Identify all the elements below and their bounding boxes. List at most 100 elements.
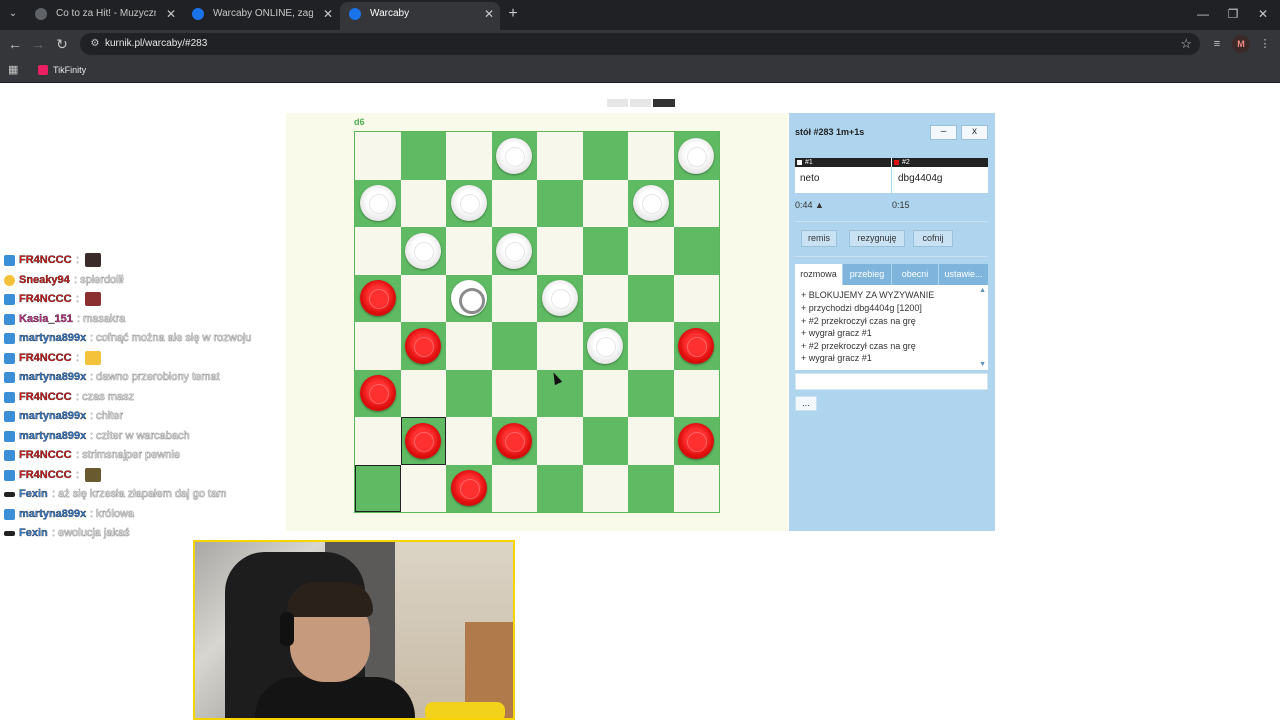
tab-warcaby[interactable]: Warcaby ✕	[340, 2, 500, 30]
reading-list-icon[interactable]: ≡	[1208, 35, 1226, 53]
profile-avatar[interactable]: M	[1232, 35, 1250, 53]
board-square[interactable]	[628, 417, 674, 465]
board-square[interactable]	[583, 275, 629, 323]
board-square[interactable]	[401, 465, 447, 513]
board-square[interactable]	[628, 464, 674, 512]
board-square[interactable]	[400, 132, 446, 180]
board-square[interactable]	[355, 464, 401, 512]
board-square[interactable]	[673, 227, 719, 275]
board-square[interactable]	[446, 417, 492, 465]
more-button[interactable]: ...	[795, 396, 817, 411]
white-piece[interactable]	[405, 232, 442, 269]
board-square[interactable]	[583, 465, 629, 513]
board-square[interactable]	[537, 464, 583, 512]
white-piece[interactable]	[587, 327, 624, 364]
white-piece[interactable]	[496, 137, 533, 174]
board-square[interactable]	[537, 179, 583, 227]
checkers-board[interactable]	[354, 131, 720, 513]
tab-present[interactable]: obecni	[892, 264, 938, 285]
tab-warcaby-online[interactable]: Warcaby ONLINE, zagraj - Kurni ✕	[183, 2, 339, 30]
board-square[interactable]	[355, 417, 401, 465]
board-square[interactable]	[674, 180, 720, 228]
close-window-icon[interactable]: ✕	[1250, 4, 1276, 24]
board-square[interactable]	[674, 370, 720, 418]
tab-settings[interactable]: ustawie...	[939, 264, 988, 285]
red-piece[interactable]	[405, 422, 442, 459]
draw-button[interactable]: remis	[801, 230, 837, 247]
white-piece[interactable]	[496, 232, 533, 269]
forward-icon[interactable]: →	[28, 34, 48, 54]
table-chat-log[interactable]: + BLOKUJEMY ZA WYZYWANIE + przychodzi db…	[795, 285, 988, 370]
board-square[interactable]	[537, 227, 583, 275]
white-piece[interactable]	[678, 137, 715, 174]
board-square[interactable]	[582, 417, 628, 465]
board-square[interactable]	[401, 275, 447, 323]
tab-chat[interactable]: rozmowa	[795, 264, 842, 285]
board-square[interactable]	[583, 370, 629, 418]
board-square[interactable]	[446, 322, 492, 370]
player2-name[interactable]: dbg4404g	[898, 173, 943, 184]
red-piece[interactable]	[359, 280, 396, 317]
board-square[interactable]	[492, 370, 538, 418]
tab-quiz[interactable]: Co to za Hit! - Muzyczny Quiz H ✕	[26, 2, 182, 30]
board-square[interactable]	[582, 227, 628, 275]
board-square[interactable]	[492, 465, 538, 513]
red-piece[interactable]	[450, 470, 487, 507]
board-square[interactable]	[628, 132, 674, 180]
restore-window-icon[interactable]: ❐	[1220, 4, 1246, 24]
player1-name[interactable]: neto	[800, 173, 819, 184]
scroll-up-icon[interactable]: ▲	[979, 287, 986, 294]
red-piece[interactable]	[678, 422, 715, 459]
white-piece[interactable]	[359, 185, 396, 222]
board-square[interactable]	[355, 227, 401, 275]
board-square[interactable]	[492, 275, 538, 323]
menu-kebab-icon[interactable]: ⋮	[1256, 35, 1274, 53]
address-bar[interactable]: ⚙ kurnik.pl/warcaby/#283 ☆	[80, 33, 1200, 55]
back-icon[interactable]: ←	[5, 34, 25, 54]
red-piece[interactable]	[405, 327, 442, 364]
close-tab-icon[interactable]: ✕	[484, 2, 494, 26]
board-square[interactable]	[491, 322, 537, 370]
red-piece[interactable]	[359, 375, 396, 412]
minimize-panel-button[interactable]: –	[930, 125, 957, 140]
board-square[interactable]	[537, 132, 583, 180]
board-square[interactable]	[628, 227, 674, 275]
undo-button[interactable]: cofnij	[913, 230, 953, 247]
close-tab-icon[interactable]: ✕	[323, 2, 333, 26]
bookmark-star-icon[interactable]: ☆	[1180, 36, 1192, 52]
close-table-button[interactable]: x	[961, 125, 988, 140]
red-piece[interactable]	[496, 422, 533, 459]
board-square[interactable]	[628, 322, 674, 370]
minimize-window-icon[interactable]: —	[1190, 4, 1216, 24]
site-info-icon[interactable]: ⚙	[88, 37, 102, 51]
tab-search-chevron-icon[interactable]: ⌄	[4, 5, 22, 23]
apps-grid-icon[interactable]: ▦	[8, 64, 20, 76]
scroll-down-icon[interactable]: ▼	[979, 361, 986, 368]
white-piece[interactable]	[541, 280, 578, 317]
board-square[interactable]	[446, 227, 492, 275]
board-square[interactable]	[446, 369, 492, 417]
resign-button[interactable]: rezygnuję	[849, 230, 905, 247]
board-square[interactable]	[537, 417, 583, 465]
board-square[interactable]	[401, 180, 447, 228]
close-tab-icon[interactable]: ✕	[166, 2, 176, 26]
board-square[interactable]	[628, 274, 674, 322]
board-square[interactable]	[674, 465, 720, 513]
board-square[interactable]	[674, 275, 720, 323]
chat-input[interactable]	[795, 373, 988, 390]
board-square[interactable]	[583, 180, 629, 228]
selected-white-piece[interactable]	[450, 280, 487, 317]
bookmark-tikfinity[interactable]: TikFinity	[38, 63, 86, 77]
white-piece[interactable]	[632, 185, 669, 222]
board-square[interactable]	[401, 370, 447, 418]
board-square[interactable]	[492, 180, 538, 228]
new-tab-icon[interactable]: +	[504, 4, 522, 24]
board-square[interactable]	[446, 132, 492, 180]
board-square[interactable]	[355, 132, 401, 180]
red-piece[interactable]	[678, 327, 715, 364]
board-square[interactable]	[355, 322, 401, 370]
board-square[interactable]	[537, 322, 583, 370]
tab-history[interactable]: przebieg	[843, 264, 891, 285]
white-piece[interactable]	[450, 185, 487, 222]
board-square[interactable]	[628, 369, 674, 417]
